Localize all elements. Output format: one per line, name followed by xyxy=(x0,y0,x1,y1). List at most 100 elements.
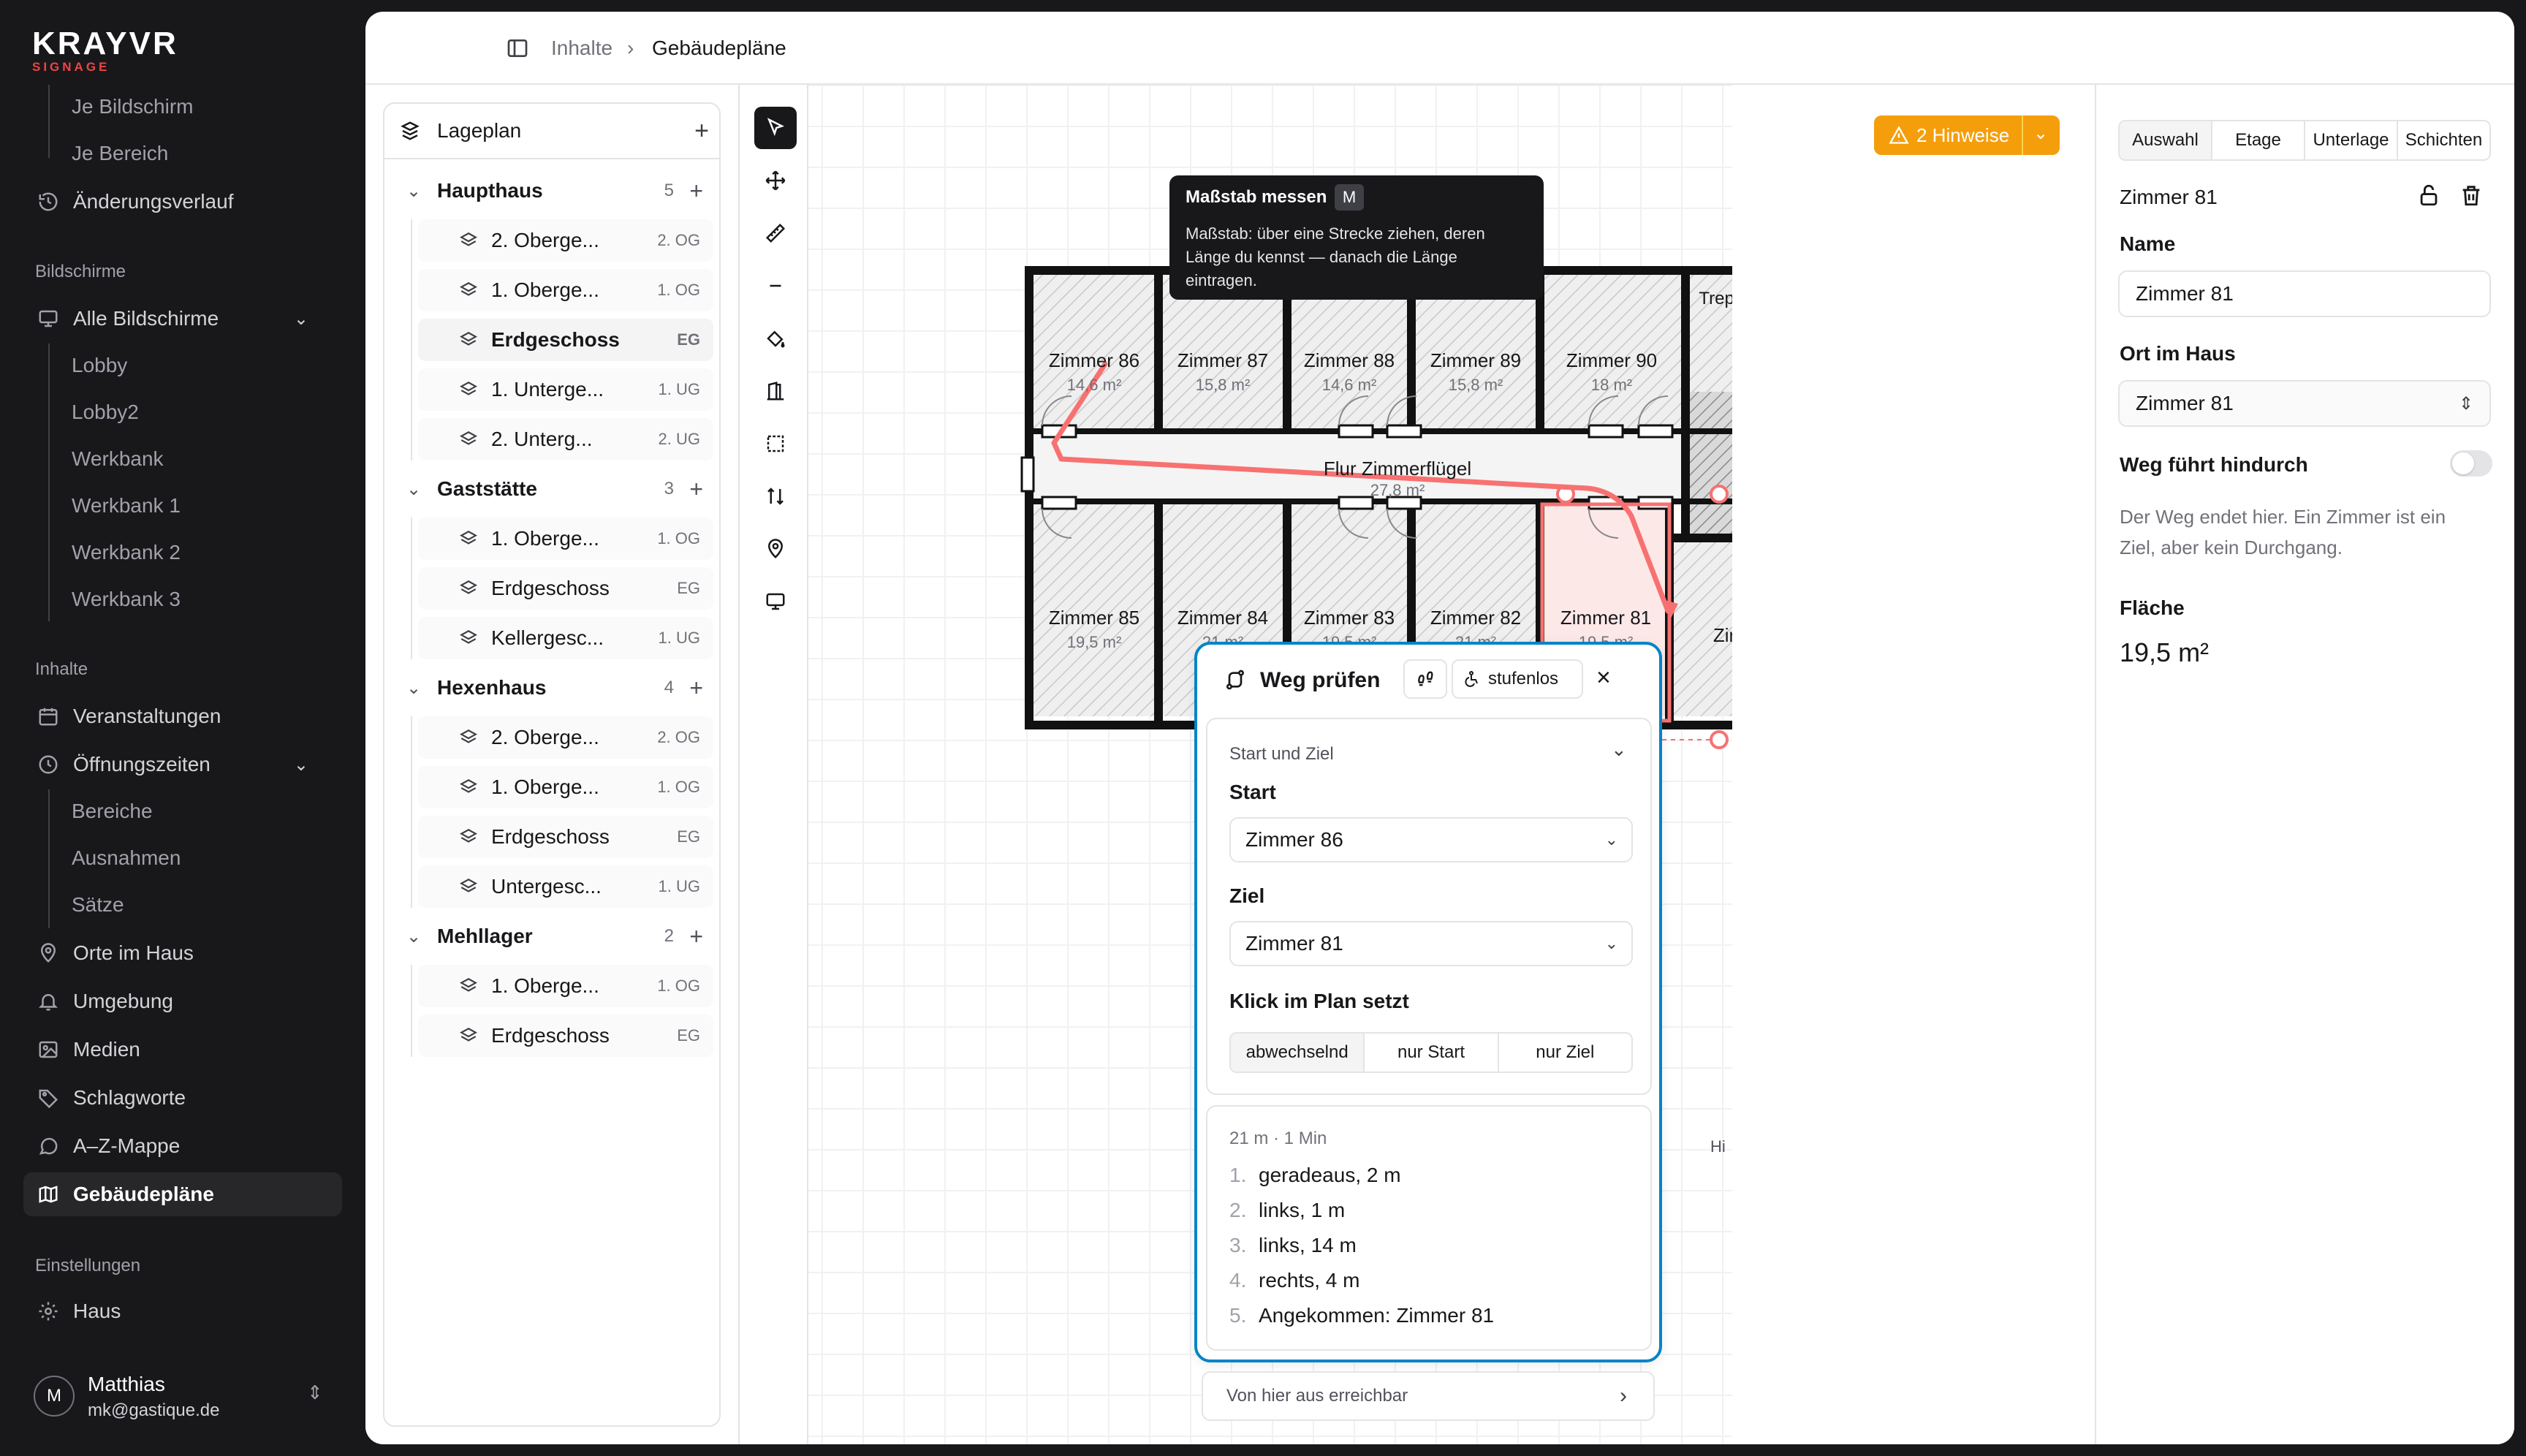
floor-row[interactable]: Erdgeschoss EG xyxy=(418,567,713,610)
mode-alternate-button[interactable]: abwechselnd xyxy=(1231,1034,1365,1072)
sidebar-item-screen[interactable]: Werkbank 1 xyxy=(72,485,181,526)
add-floor-icon[interactable]: + xyxy=(689,178,703,205)
floor-row[interactable]: 1. Oberge... 1. OG xyxy=(418,269,713,311)
map-icon xyxy=(34,1180,63,1209)
place-tool-button[interactable] xyxy=(754,528,797,570)
chevron-down-icon[interactable]: ⌄ xyxy=(401,479,427,500)
chevron-down-icon[interactable]: ⌄ xyxy=(401,181,427,202)
route-result-card: 21 m · 1 Min 1. geradeaus, 2 m 2. links, 1… xyxy=(1206,1105,1652,1351)
close-icon[interactable]: × xyxy=(1596,664,1611,692)
building-row[interactable]: ⌄ Mehllager 2 + xyxy=(392,915,713,958)
add-icon[interactable]: + xyxy=(694,117,709,145)
building-row[interactable]: ⌄ Haupthaus 5 + xyxy=(392,170,713,212)
lock-open-icon[interactable] xyxy=(2416,183,2443,209)
connection-tool-button[interactable] xyxy=(754,475,797,517)
floor-row[interactable]: 1. Unterge... 1. UG xyxy=(418,368,713,411)
place-label: Ort im Haus xyxy=(2120,342,2236,365)
floor-row[interactable]: 2. Oberge... 2. OG xyxy=(418,716,713,759)
selection-handle[interactable] xyxy=(1710,485,1729,504)
sidebar-item-areas[interactable]: Bereiche xyxy=(72,791,153,832)
chevron-down-icon[interactable]: ⌄ xyxy=(294,754,308,776)
sidebar-item-surroundings[interactable]: Umgebung xyxy=(23,979,342,1023)
floor-row[interactable]: Erdgeschoss EG xyxy=(418,319,713,361)
floor-row[interactable]: Erdgeschoss EG xyxy=(418,816,713,858)
sidebar-item-screen[interactable]: Werkbank xyxy=(72,439,164,479)
selection-handle[interactable] xyxy=(1710,730,1729,749)
sidebar-item-house[interactable]: Haus xyxy=(23,1289,342,1333)
target-select[interactable]: Zimmer 81 ⌄ xyxy=(1229,921,1633,966)
user-menu[interactable]: M Matthias mk@gastique.de ⇕ xyxy=(29,1368,344,1434)
chevron-down-icon[interactable]: ⌄ xyxy=(401,678,427,699)
footsteps-toggle[interactable] xyxy=(1403,659,1447,699)
chevron-down-icon[interactable]: ⌄ xyxy=(2033,123,2048,144)
floor-row[interactable]: 2. Oberge... 2. OG xyxy=(418,219,713,262)
tab-underlay[interactable]: Unterlage xyxy=(2305,121,2398,159)
floor-row[interactable]: 1. Oberge... 1. OG xyxy=(418,517,713,560)
sidebar-toggle-icon[interactable] xyxy=(506,37,529,60)
floor-row[interactable]: Kellergesc... 1. UG xyxy=(418,617,713,659)
stepfree-toggle[interactable]: stufenlos xyxy=(1452,659,1583,699)
gear-icon xyxy=(34,1297,63,1326)
pass-through-label: Weg führt hindurch xyxy=(2120,453,2308,476)
add-floor-icon[interactable]: + xyxy=(689,675,703,702)
breadcrumb-parent[interactable]: Inhalte xyxy=(551,37,612,60)
sidebar-item-hours[interactable]: Öffnungszeiten ⌄ xyxy=(23,743,342,786)
add-floor-icon[interactable]: + xyxy=(689,476,703,503)
sidebar-item-all-screens[interactable]: Alle Bildschirme ⌄ xyxy=(23,297,342,341)
area-select-tool-button[interactable] xyxy=(754,422,797,465)
sidebar-item-sets[interactable]: Sätze xyxy=(72,884,124,925)
chevron-down-icon[interactable]: ⌄ xyxy=(401,926,427,947)
door-tool-button[interactable] xyxy=(754,370,797,412)
tree-header[interactable]: Lageplan + xyxy=(384,104,719,159)
sidebar-item-screen[interactable]: Werkbank 2 xyxy=(72,532,181,573)
sidebar-item-screen[interactable]: Werkbank 3 xyxy=(72,579,181,620)
step-number: 1. xyxy=(1229,1164,1247,1186)
sidebar-item-screen[interactable]: Lobby xyxy=(72,345,127,386)
sidebar-item-places[interactable]: Orte im Haus xyxy=(23,931,342,975)
screen-tool-button[interactable] xyxy=(754,580,797,623)
fill-tool-button[interactable] xyxy=(754,317,797,360)
route-panel-title: Weg prüfen xyxy=(1260,668,1381,692)
trash-icon[interactable] xyxy=(2459,183,2485,209)
floor-row[interactable]: 2. Unterg... 2. UG xyxy=(418,418,713,460)
sidebar-item-tags[interactable]: Schlagworte xyxy=(23,1076,342,1120)
move-tool-button[interactable] xyxy=(754,159,797,202)
tooltip-line: Maßstab: über eine Strecke ziehen, deren xyxy=(1186,224,1485,243)
mode-target-only-button[interactable]: nur Ziel xyxy=(1499,1034,1631,1072)
floor-row[interactable]: Untergesc... 1. UG xyxy=(418,865,713,908)
sidebar-item-screen[interactable]: Lobby2 xyxy=(72,392,139,433)
add-floor-icon[interactable]: + xyxy=(689,923,703,950)
pass-through-toggle[interactable] xyxy=(2450,450,2492,477)
sidebar-item-exceptions[interactable]: Ausnahmen xyxy=(72,838,181,879)
name-input[interactable]: Zimmer 81 xyxy=(2118,270,2491,317)
select-tool-button[interactable] xyxy=(754,107,797,149)
reachable-from-here-button[interactable]: Von hier aus erreichbar › xyxy=(1202,1371,1655,1421)
floor-row[interactable]: Erdgeschoss EG xyxy=(418,1015,713,1057)
building-row[interactable]: ⌄ Hexenhaus 4 + xyxy=(392,667,713,709)
paint-bucket-icon xyxy=(767,330,785,348)
tab-selection[interactable]: Auswahl xyxy=(2120,121,2212,159)
sidebar-item-plans[interactable]: Gebäudepläne xyxy=(23,1172,342,1216)
warnings-button[interactable]: 2 Hinweise ⌄ xyxy=(1874,115,2060,155)
chevron-down-icon[interactable]: ⌄ xyxy=(294,308,308,330)
sidebar-item-events[interactable]: Veranstaltungen xyxy=(23,694,342,738)
footprints-icon xyxy=(1418,671,1433,686)
sidebar-item-az[interactable]: A–Z-Mappe xyxy=(23,1124,342,1168)
floor-row[interactable]: 1. Oberge... 1. OG xyxy=(418,965,713,1007)
sidebar-item-history[interactable]: Änderungsverlauf xyxy=(23,180,342,224)
floor-code: 2. OG xyxy=(657,231,700,249)
sidebar-item-je-bereich[interactable]: Je Bereich xyxy=(72,133,168,174)
room-area[interactable] xyxy=(1688,392,1732,538)
floor-row[interactable]: 1. Oberge... 1. OG xyxy=(418,766,713,808)
tab-layers[interactable]: Schichten xyxy=(2398,121,2489,159)
sidebar-item-je-bildschirm[interactable]: Je Bildschirm xyxy=(72,86,193,127)
chevron-down-icon[interactable]: ⌄ xyxy=(1611,738,1627,761)
measure-tool-button[interactable] xyxy=(754,212,797,254)
tab-floor[interactable]: Etage xyxy=(2212,121,2305,159)
place-select[interactable]: Zimmer 81 ⇕ xyxy=(2118,380,2491,427)
line-tool-button[interactable] xyxy=(754,265,797,307)
start-select[interactable]: Zimmer 86 ⌄ xyxy=(1229,817,1633,862)
building-row[interactable]: ⌄ Gaststätte 3 + xyxy=(392,468,713,510)
sidebar-item-media[interactable]: Medien xyxy=(23,1028,342,1072)
mode-start-only-button[interactable]: nur Start xyxy=(1365,1034,1499,1072)
